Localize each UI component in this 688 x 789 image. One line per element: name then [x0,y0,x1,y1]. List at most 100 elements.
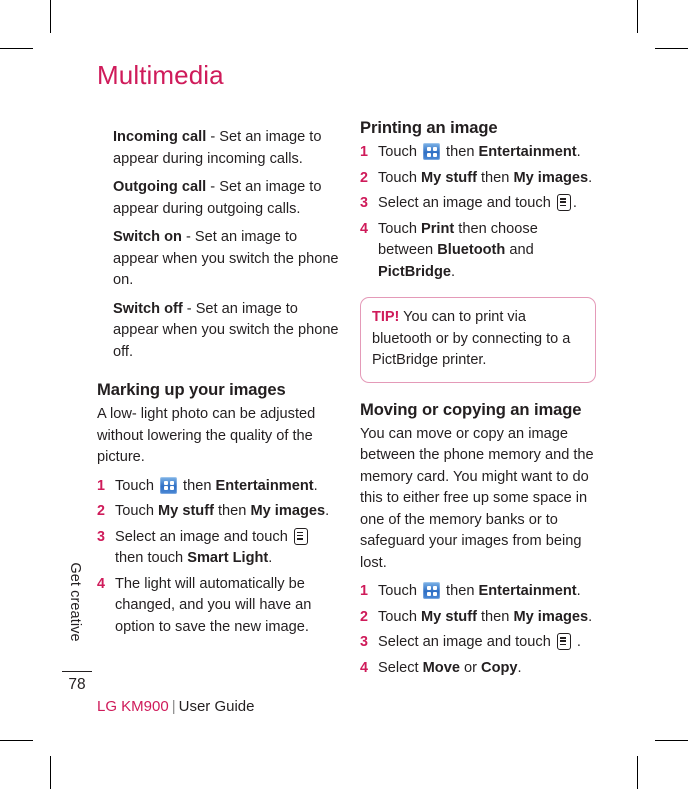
page-title: Multimedia [97,60,224,90]
tip-label: TIP! [372,309,400,325]
step-text-bold: Entertainment [478,583,577,599]
step-number: 2 [97,503,105,519]
options-menu-icon [293,527,308,545]
step-text-mid: or [459,659,482,676]
step-item: 2 Touch My stuff then My images. [360,607,596,629]
step-text-pre: Touch [115,503,158,519]
options-menu-icon [556,633,571,650]
footer-guide-label: User Guide [178,698,255,715]
step-text-pre: Touch [378,144,421,160]
step-number: 1 [97,477,105,494]
step-text-post: . [588,608,593,625]
marking-steps-list: 1 Touch then Entertainment. 2 Touch My s… [97,476,340,639]
step-item: 2 Touch My stuff then My images. [360,168,596,190]
step-text-mid: then [213,503,251,519]
step-number: 3 [360,195,368,211]
step-item: 2 Touch My stuff then My images. [97,501,340,523]
step-text-pre: Select an image and touch [378,634,555,650]
definition-term: Switch on [113,229,182,245]
step-item: 1 Touch then Entertainment. [360,581,596,603]
step-text-bold: PictBridge [378,263,451,280]
step-text-bold: My images [513,169,589,186]
heading-moving-or-copying-an-image: Moving or copying an image [360,399,582,419]
step-text-mid: then [442,144,479,160]
definition-term: Switch off [113,300,183,317]
definition-item: Switch off - Set an image to appear when… [113,299,340,364]
step-text-bold: My stuff [421,169,477,186]
step-item: 4 Select Move or Copy. [360,658,596,680]
step-text-pre: Touch [378,608,421,625]
definition-item: Incoming call - Set an image to appear d… [113,127,340,170]
step-item: 1 Touch then Entertainment. [360,142,596,164]
step-text-mid: then [179,477,216,494]
step-text-bold: Smart Light [187,550,269,566]
step-item: 3 Select an image and touch . [360,193,596,215]
moving-intro-text: You can move or copy an image between th… [360,425,594,571]
definition-list: Incoming call - Set an image to appear d… [113,127,340,363]
step-text-pre: Touch [115,477,158,494]
step-number: 4 [97,575,105,592]
step-text-bold: My images [513,608,589,625]
step-text-pre: Touch [378,169,421,186]
page-number: 78 [68,676,86,693]
step-text-mid: then [476,169,514,186]
step-text-post: . [572,634,581,650]
heading-marking-up-your-images: Marking up your images [97,380,286,399]
step-text-mid: then touch [115,550,188,566]
step-text-bold: My stuff [158,503,214,519]
step-number: 2 [360,608,368,625]
definition-term: Incoming call [113,129,207,145]
step-text-mid2: and [505,242,534,258]
step-text-pre: Touch [378,583,421,599]
definition-item: Outgoing call - Set an image to appear d… [113,177,340,220]
step-number: 4 [360,659,368,676]
section-tab: Get creative [62,548,88,666]
tip-body: You can to print via bluetooth or by con… [372,309,571,368]
footer-separator: | [171,698,176,715]
folio-divider [62,671,92,672]
footer-brand: LG KM900 [97,698,169,715]
step-text-post: . [268,550,273,566]
step-number: 2 [360,169,368,186]
step-text-pre: Select an image and touch [115,528,292,545]
step-number: 1 [360,144,368,160]
step-text-pre: Touch [378,220,421,237]
definition-item: Switch on - Set an image to appear when … [113,227,340,292]
step-number: 3 [360,634,368,650]
step-number: 1 [360,583,368,599]
options-menu-icon [556,194,571,211]
grid-apps-icon [160,476,177,494]
step-item: 4 Touch Print then choose between Blueto… [360,219,596,284]
step-text-bold: Copy [481,659,518,676]
page-footer: LG KM900 | User Guide [97,698,255,715]
manual-page: Get creative 78 Multimedia Incoming call… [0,0,688,789]
tip-text: TIP! You can to print via bluetooth or b… [372,307,584,372]
step-text-post: . [517,659,522,676]
heading-printing-an-image: Printing an image [360,118,498,137]
step-text-bold: Move [422,659,460,676]
step-item: 3 Select an image and touch . [360,632,596,654]
step-text-bold: My images [250,503,326,519]
step-text-post: . [576,144,581,160]
tip-callout-box: TIP! You can to print via bluetooth or b… [360,297,596,383]
step-item: 3 Select an image and touch then touch S… [97,527,340,570]
step-text-pre: The light will automatically be changed,… [115,575,312,635]
moving-steps-list: 1 Touch then Entertainment. 2 Touch My s… [360,581,596,679]
step-item: 4 The light will automatically be change… [97,574,340,639]
step-text-bold: Print [421,220,455,237]
printing-steps-list: 1 Touch then Entertainment. 2 Touch My s… [360,142,596,283]
step-text-post: . [576,583,581,599]
step-text-bold: Entertainment [478,144,577,160]
step-number: 3 [97,528,105,545]
step-text-pre: Select an image and touch [378,195,555,211]
definition-term: Outgoing call [113,179,207,195]
step-text-mid: then [442,583,479,599]
step-text-post: . [572,195,577,211]
right-column: Printing an image 1 Touch then Entertain… [360,118,596,683]
grid-apps-icon [423,582,440,599]
step-text-post: . [313,477,318,494]
step-number: 4 [360,220,368,237]
step-text-bold: My stuff [421,608,477,625]
step-item: 1 Touch then Entertainment. [97,476,340,498]
left-column: Multimedia Incoming call - Set an image … [97,60,340,642]
